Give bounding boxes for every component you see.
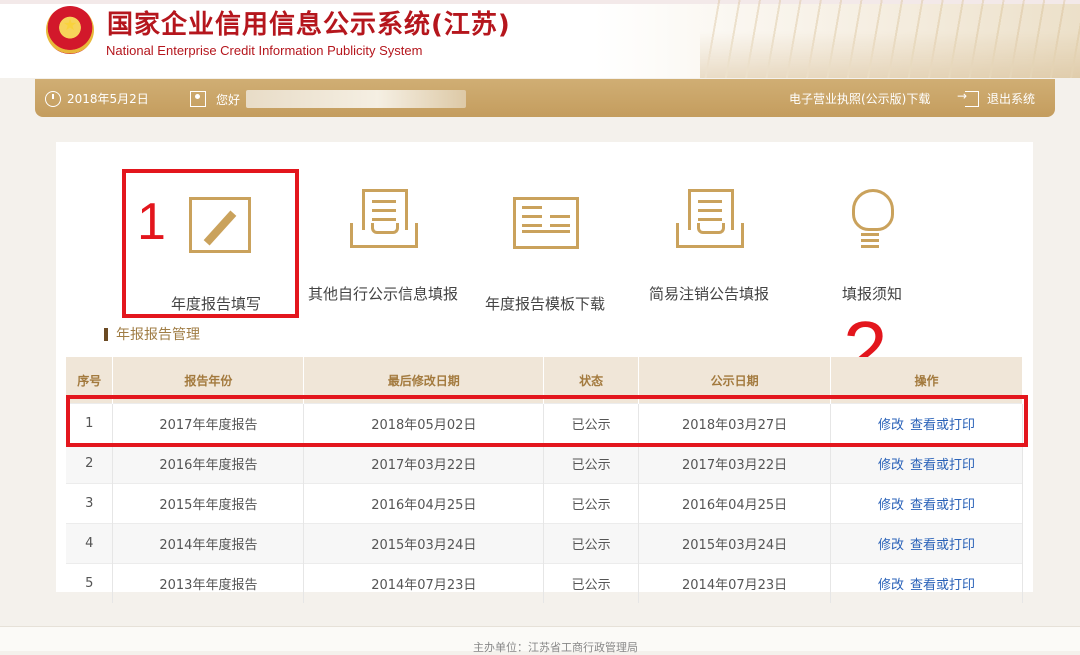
module-other-disclosure[interactable]: 其他自行公示信息填报 xyxy=(303,187,463,304)
cell-actions: 修改 查看或打印 xyxy=(830,483,1023,524)
annotation-number-1: 1 xyxy=(137,193,166,251)
cell-year: 2013年年度报告 xyxy=(112,563,305,603)
cell-modified: 2016年04月25日 xyxy=(303,483,545,524)
great-wall-decoration xyxy=(700,0,1080,78)
edit-link[interactable]: 修改 xyxy=(878,458,904,473)
site-header: ★ 国家企业信用信息公示系统(江苏) National Enterprise C… xyxy=(0,0,1080,78)
module-template-download[interactable]: 年度报告模板下载 xyxy=(465,187,625,314)
section-marker xyxy=(104,327,108,341)
cell-status: 已公示 xyxy=(543,443,640,484)
cell-published: 2016年04月25日 xyxy=(638,483,832,524)
cell-modified: 2014年07月23日 xyxy=(303,563,545,603)
report-table: 序号 报告年份 最后修改日期 状态 公示日期 操作 1 2017年年度报告 20… xyxy=(66,357,1023,603)
cell-year: 2016年年度报告 xyxy=(112,443,305,484)
cell-year: 2014年年度报告 xyxy=(112,523,305,564)
logout-icon xyxy=(957,89,979,107)
cell-modified: 2015年03月24日 xyxy=(303,523,545,564)
cell-published: 2015年03月24日 xyxy=(638,523,832,564)
table-row: 2 2016年年度报告 2017年03月22日 已公示 2017年03月22日 … xyxy=(66,443,1023,484)
view-print-link[interactable]: 查看或打印 xyxy=(910,458,975,473)
cell-published: 2014年07月23日 xyxy=(638,563,832,603)
greeting-text: 您好 xyxy=(216,92,241,107)
national-emblem-icon: ★ xyxy=(46,6,94,54)
cell-no: 2 xyxy=(66,443,114,484)
module-label: 其他自行公示信息填报 xyxy=(307,285,458,303)
cell-actions: 修改 查看或打印 xyxy=(830,563,1023,603)
date-display: 2018年5月2日 xyxy=(45,90,149,107)
section-title: 年报报告管理 xyxy=(104,324,200,344)
clock-icon xyxy=(45,90,61,107)
user-display: 您好 xyxy=(190,90,467,108)
cell-status: 已公示 xyxy=(543,563,640,603)
footer-text: 主办单位：江苏省工商行政管理局 xyxy=(473,641,638,654)
module-deregistration-notice[interactable]: 简易注销公告填报 xyxy=(629,187,789,304)
table-row: 3 2015年年度报告 2016年04月25日 已公示 2016年04月25日 … xyxy=(66,483,1023,524)
template-icon xyxy=(513,197,579,249)
site-title: 国家企业信用信息公示系统(江苏) xyxy=(107,10,511,40)
cell-year: 2015年年度报告 xyxy=(112,483,305,524)
module-filing-notice[interactable]: 填报须知 xyxy=(792,187,952,304)
module-label: 简易注销公告填报 xyxy=(648,285,769,303)
current-date: 2018年5月2日 xyxy=(67,92,149,106)
cell-no: 4 xyxy=(66,523,114,564)
edit-link[interactable]: 修改 xyxy=(878,538,904,553)
cell-status: 已公示 xyxy=(543,483,640,524)
module-label: 填报须知 xyxy=(841,285,902,303)
view-print-link[interactable]: 查看或打印 xyxy=(910,578,975,593)
view-print-link[interactable]: 查看或打印 xyxy=(910,498,975,513)
page-footer: 主办单位：江苏省工商行政管理局 xyxy=(0,626,1080,654)
cell-actions: 修改 查看或打印 xyxy=(830,443,1023,484)
tray-icon xyxy=(348,187,418,257)
logout-button[interactable]: 退出系统 xyxy=(957,89,1036,107)
license-download-label: 电子营业执照(公示版)下载 xyxy=(789,92,931,106)
info-bar: 2018年5月2日 您好 电子营业执照(公示版)下载 退出系统 xyxy=(35,79,1055,117)
module-label: 年度报告模板下载 xyxy=(484,295,605,313)
lightbulb-icon xyxy=(837,187,907,257)
table-row: 5 2013年年度报告 2014年07月23日 已公示 2014年07月23日 … xyxy=(66,563,1023,603)
edit-link[interactable]: 修改 xyxy=(878,498,904,513)
edit-link[interactable]: 修改 xyxy=(878,578,904,593)
cell-modified: 2017年03月22日 xyxy=(303,443,545,484)
cell-no: 3 xyxy=(66,483,114,524)
user-icon xyxy=(190,91,206,107)
cell-published: 2017年03月22日 xyxy=(638,443,832,484)
license-download-link[interactable]: 电子营业执照(公示版)下载 xyxy=(789,90,930,107)
logout-label: 退出系统 xyxy=(987,92,1036,106)
annotation-box-2 xyxy=(66,395,1028,447)
cell-status: 已公示 xyxy=(543,523,640,564)
site-subtitle: National Enterprise Credit Information P… xyxy=(106,43,423,58)
cell-no: 5 xyxy=(66,563,114,603)
cell-actions: 修改 查看或打印 xyxy=(830,523,1023,564)
view-print-link[interactable]: 查看或打印 xyxy=(910,538,975,553)
table-row: 4 2014年年度报告 2015年03月24日 已公示 2015年03月24日 … xyxy=(66,523,1023,564)
redacted-username xyxy=(246,90,467,108)
tray-icon xyxy=(674,187,744,257)
